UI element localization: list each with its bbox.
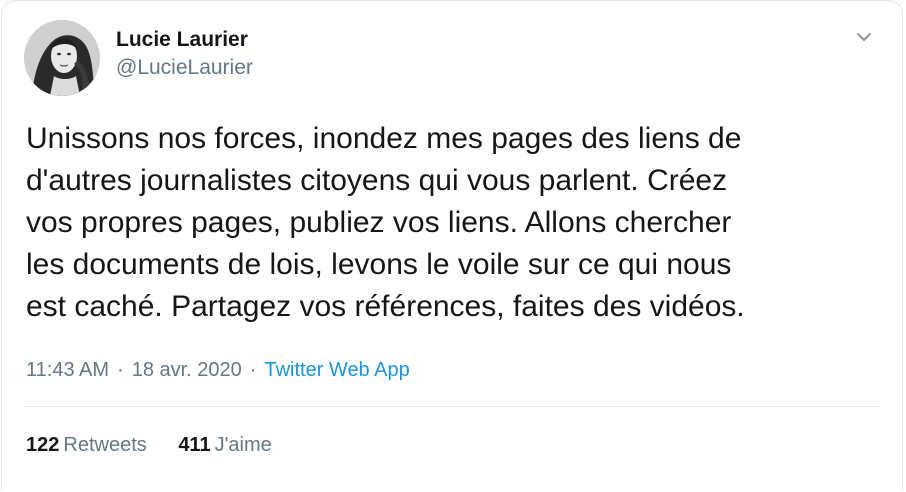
tweet-time[interactable]: 11:43 AM <box>26 359 109 381</box>
tweet-text-line: les documents de lois, levons le voile s… <box>26 248 732 281</box>
tweet-text-line: vos propres pages, publiez vos liens. Al… <box>26 206 732 239</box>
retweets-stat[interactable]: 122 Retweets <box>26 432 147 458</box>
likes-count: 411 <box>178 434 211 456</box>
tweet-stats: 122 Retweets 411 J'aime <box>26 432 298 458</box>
author-handle[interactable]: @LucieLaurier <box>116 55 253 81</box>
chevron-down-icon[interactable] <box>852 27 876 47</box>
retweets-label: Retweets <box>63 434 147 456</box>
likes-label: J'aime <box>214 434 272 456</box>
author-display-name[interactable]: Lucie Laurier <box>116 27 248 53</box>
tweet-meta: 11:43 AM · 18 avr. 2020 · Twitter Web App <box>26 357 410 383</box>
avatar-image <box>24 20 100 96</box>
tweet-text: Unissons nos forces, inondez mes pages d… <box>26 118 886 328</box>
tweet-text-line: d'autres journalistes citoyens qui vous … <box>26 164 728 197</box>
meta-separator: · <box>117 359 124 381</box>
tweet-date[interactable]: 18 avr. 2020 <box>132 359 242 381</box>
tweet-text-line: Unissons nos forces, inondez mes pages d… <box>26 122 742 155</box>
tweet-card: Lucie Laurier @LucieLaurier Unissons nos… <box>1 0 903 490</box>
avatar[interactable] <box>24 20 100 96</box>
meta-separator: · <box>249 359 257 381</box>
likes-stat[interactable]: 411 J'aime <box>178 432 271 458</box>
tweet-text-line: est caché. Partagez vos références, fait… <box>26 290 745 323</box>
tweet-source-link[interactable]: Twitter Web App <box>264 359 409 381</box>
divider <box>26 406 880 407</box>
retweets-count: 122 <box>26 434 60 456</box>
